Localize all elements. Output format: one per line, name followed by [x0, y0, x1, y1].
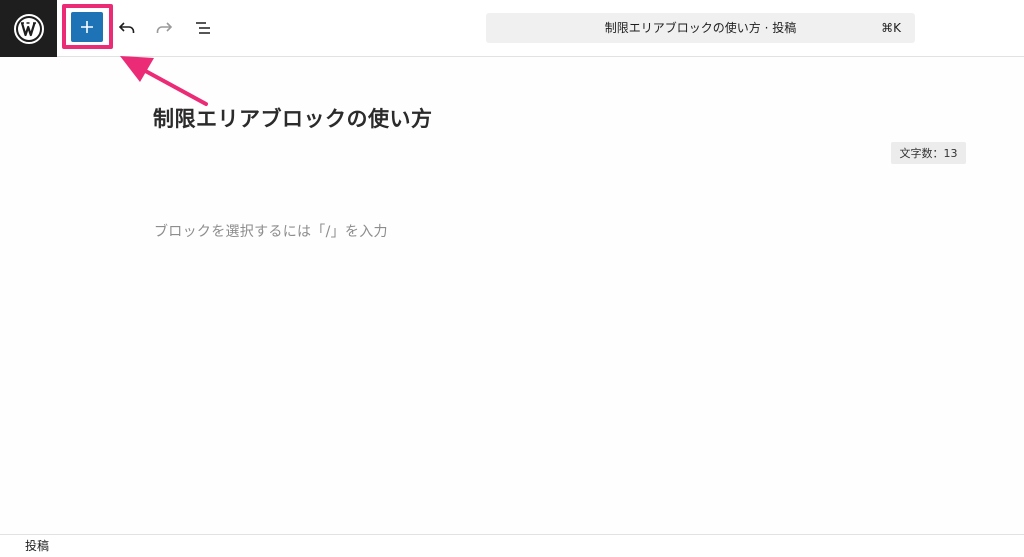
block-appender-placeholder[interactable]: ブロックを選択するには「/」を入力: [154, 221, 388, 241]
add-block-button[interactable]: [71, 12, 103, 42]
document-overview-button[interactable]: [192, 17, 214, 39]
undo-icon: [118, 22, 135, 33]
redo-button[interactable]: [153, 17, 175, 39]
editor-toolbar: 制限エリアブロックの使い方 · 投稿 ⌘K: [0, 0, 1024, 57]
document-outline-icon: [196, 22, 210, 34]
command-palette-bar[interactable]: 制限エリアブロックの使い方 · 投稿 ⌘K: [486, 13, 915, 43]
plus-icon: [81, 21, 93, 33]
word-count-badge: 文字数：13: [891, 142, 966, 164]
status-bar: 投稿: [0, 534, 1024, 557]
document-title: 制限エリアブロックの使い方 · 投稿: [604, 21, 797, 35]
post-title[interactable]: 制限エリアブロックの使い方: [153, 103, 433, 133]
breadcrumb-post[interactable]: 投稿: [25, 535, 49, 557]
redo-icon: [156, 22, 173, 33]
undo-button[interactable]: [116, 17, 138, 39]
keyboard-shortcut-hint: ⌘K: [881, 21, 901, 35]
wordpress-logo-icon[interactable]: [0, 0, 57, 57]
